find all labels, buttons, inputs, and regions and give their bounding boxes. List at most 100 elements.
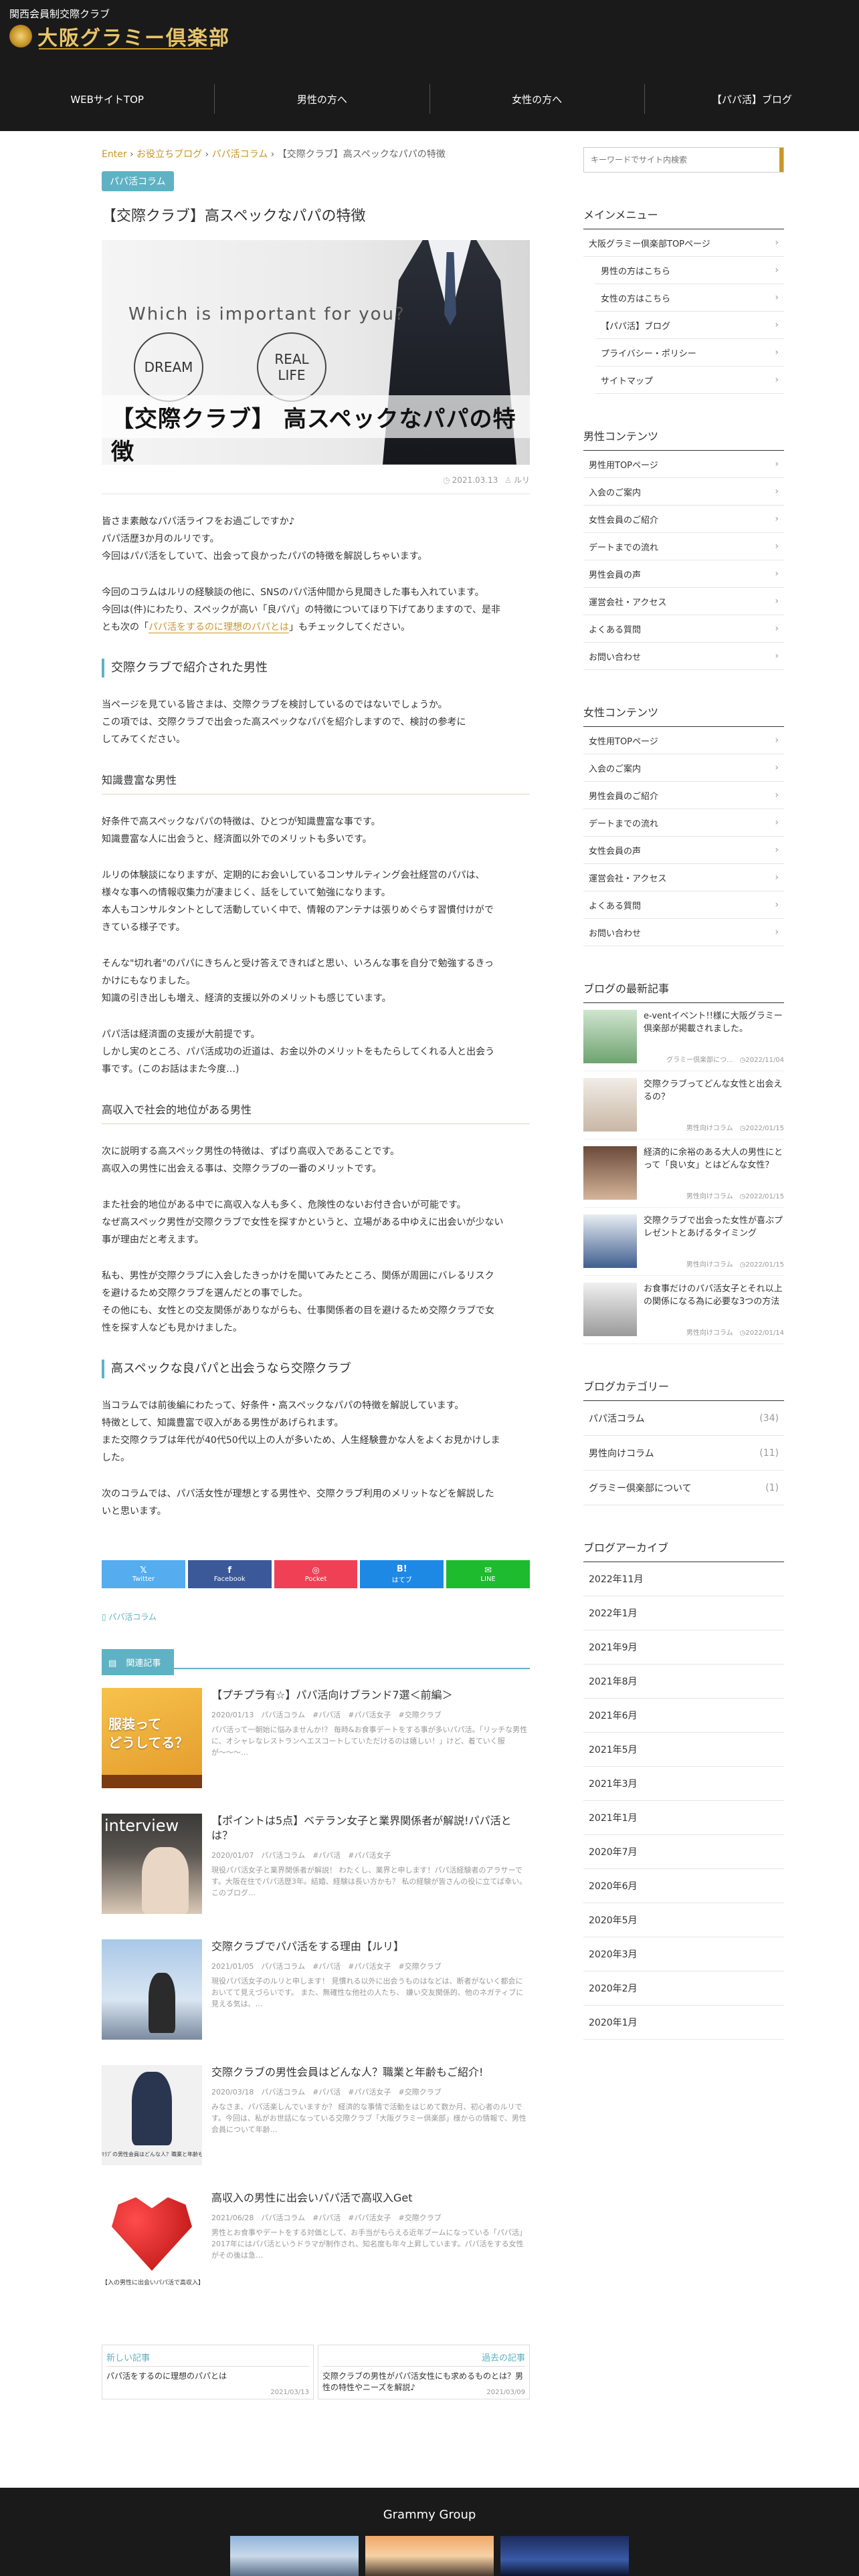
text-line: 知識豊富な人に出会うと、経済面以外でのメリットも多いです。 [102,833,372,845]
chevron-right-icon: › [775,568,779,579]
related-item[interactable]: ﾘﾗﾌﾞの男性会員はどんな人？職業と年齢もご 交際クラブの男性会員はどんな人？職… [102,2064,530,2172]
related-title[interactable]: 高収入の男性に出会いパパ活で高収入Get [211,2191,530,2206]
footer-image-night[interactable] [500,2536,629,2576]
related-item[interactable]: 【入の男性に出会いパパ活で高収入】 高収入の男性に出会いパパ活で高収入Get 2… [102,2190,530,2298]
menu-label: 入会のご案内 [589,764,642,774]
post-author[interactable]: ルリ [514,475,530,485]
search-button[interactable] [779,148,783,172]
male-menu-item[interactable]: 運営会社・アクセス › [583,588,784,615]
latest-posts-list: e-ventイベント!!様に大阪グラミー倶楽部が掲載されました。 グラミー倶楽部… [583,1003,784,1344]
latest-post-item[interactable]: 交際クラブってどんな女性と出会えるの？ 男性向けコラム ◷2022/01/15 [583,1071,784,1140]
related-excerpt: みなさま、パパ活楽しんでいますか？ 経済的な事情で活動をはじめて数か月、初心者の… [211,2102,527,2134]
breadcrumb-sep: › [270,149,275,160]
related-title[interactable]: 交際クラブでパパ活をする理由【ルリ】 [211,1939,530,1954]
male-menu-item[interactable]: 入会のご案内 › [583,478,784,506]
paragraph: 好条件で高スペックなパパの特徴は、ひとつが知識豊富な事です。 知識豊富な人に出会… [102,813,530,848]
latest-post-item[interactable]: e-ventイベント!!様に大阪グラミー倶楽部が掲載されました。 グラミー倶楽部… [583,1003,784,1071]
older-post-link[interactable]: 過去の記事 交際クラブの男性がパパ活女性にも求めるものとは？男性の特性やニーズを… [318,2344,530,2399]
archive-item[interactable]: 2020年7月 [583,1835,784,1869]
latest-post-meta: 男性向けコラム ◷2022/01/14 [686,1329,784,1337]
nav-web-top[interactable]: WEBサイトTOP [0,84,215,114]
related-title[interactable]: 【ポイントは5点】ベテラン女子と業界関係者が解説!パパ活とは？ [211,1814,530,1843]
share-line-button[interactable]: ✉ LINE [446,1560,530,1588]
related-item[interactable]: 服装って どうしてる？ 【プチプラ有☆】パパ活向けブランド7選＜前編＞ 2020… [102,1687,530,1795]
archive-item[interactable]: 2020年5月 [583,1903,784,1937]
footer-image-temple[interactable] [365,2536,494,2576]
share-hatena-button[interactable]: B! はてブ [360,1560,444,1588]
female-menu-item[interactable]: よくある質問 › [583,891,784,919]
related-item[interactable]: interview 【ポイントは5点】ベテラン女子と業界関係者が解説!パパ活とは… [102,1813,530,1921]
text-line: 本人もコンサルタントとして活動していく中で、情報のアンテナは張りめぐらす習慣付け… [102,904,494,916]
related-heading-text: 関連記事 [119,1652,168,1672]
menu-label: 女性用TOPページ [589,736,658,747]
latest-post-item[interactable]: 経済的に余裕のある大人の男性にとって「良い女」とはどんな女性？ 男性向けコラム … [583,1140,784,1208]
breadcrumb-blog[interactable]: お役立ちブログ [136,149,202,160]
male-menu-item[interactable]: 女性会員のご紹介 › [583,506,784,533]
category-item[interactable]: パパ活コラム (34) [583,1401,784,1436]
female-menu-item[interactable]: 入会のご案内 › [583,754,784,782]
female-menu-item[interactable]: 女性会員の声 › [583,837,784,864]
archive-item[interactable]: 2021年5月 [583,1733,784,1767]
related-title[interactable]: 交際クラブの男性会員はどんな人？職業と年齢もご紹介! [211,2065,530,2080]
main-menu-item[interactable]: プライバシー・ポリシー › [595,339,784,366]
breadcrumb-home[interactable]: Enter [102,149,127,160]
share-facebook-button[interactable]: f Facebook [187,1560,272,1588]
nav-blog[interactable]: 【パパ活】ブログ [645,84,859,114]
archive-item[interactable]: 2020年6月 [583,1869,784,1903]
latest-post-item[interactable]: 交際クラブで出会った女性が喜ぶプレゼントとあげるタイミング 男性向けコラム ◷2… [583,1208,784,1276]
female-menu-item[interactable]: 女性用TOPページ › [583,727,784,754]
archive-item[interactable]: 2021年8月 [583,1665,784,1699]
share-pocket-button[interactable]: ◎ Pocket [274,1560,358,1588]
related-body: 交際クラブでパパ活をする理由【ルリ】 2021/01/05 パパ活コラム #パパ… [211,1939,530,2046]
nav-for-women[interactable]: 女性の方へ [430,84,645,114]
archive-item[interactable]: 2020年3月 [583,1937,784,1971]
male-menu-item[interactable]: 男性会員の声 › [583,560,784,588]
main-menu-item[interactable]: 大阪グラミー倶楽部TOPページ › [583,229,784,257]
latest-post-item[interactable]: お食事だけのパパ活女子とそれ以上の関係になる為に必要な3つの方法 男性向けコラム… [583,1276,784,1344]
archive-item[interactable]: 2020年2月 [583,1971,784,2006]
female-menu-item[interactable]: 運営会社・アクセス › [583,864,784,891]
archive-item[interactable]: 2022年11月 [583,1562,784,1596]
text-line: 私も、男性が交際クラブに入会したきっかけを聞いてみたところ、関係が周囲にバレるリ… [102,1270,494,1281]
category-link-text: パパ活コラム [108,1612,157,1622]
category-item[interactable]: 男性向けコラム (11) [583,1436,784,1471]
latest-post-title: お食事だけのパパ活女子とそれ以上の関係になる為に必要な3つの方法 [644,1284,783,1307]
archive-item[interactable]: 2022年1月 [583,1596,784,1630]
related-thumb-person [142,1846,189,1914]
male-menu-item[interactable]: お問い合わせ › [583,643,784,670]
latest-post-title: e-ventイベント!!様に大阪グラミー倶楽部が掲載されました。 [644,1011,783,1034]
newer-post-link[interactable]: 新しい記事 パパ活をするのに理想のパパとは 2021/03/13 [102,2344,314,2399]
related-title[interactable]: 【プチプラ有☆】パパ活向けブランド7選＜前編＞ [211,1688,530,1703]
category-badge[interactable]: パパ活コラム [102,171,174,191]
archive-item[interactable]: 2021年1月 [583,1801,784,1835]
share-twitter-button[interactable]: 𝕏 Twitter [102,1560,185,1588]
nav-for-men[interactable]: 男性の方へ [215,84,430,114]
text-line: 性を探す人なども見かけました。 [102,1322,242,1333]
archive-item[interactable]: 2021年6月 [583,1699,784,1733]
archive-item[interactable]: 2021年3月 [583,1767,784,1801]
male-menu-item[interactable]: デートまでの流れ › [583,533,784,560]
main-menu-item[interactable]: 【パパ活】ブログ › [595,312,784,339]
main-menu-item[interactable]: 女性の方はこちら › [595,284,784,312]
archive-item[interactable]: 2020年1月 [583,2006,784,2040]
newer-date: 2021/03/13 [270,2388,309,2396]
main-menu-item[interactable]: サイトマップ › [595,366,784,394]
female-menu-item[interactable]: お問い合わせ › [583,919,784,946]
link-ideal-papa[interactable]: パパ活をするのに理想のパパとは [149,621,289,633]
main-menu-item[interactable]: 男性の方はこちら › [595,257,784,284]
breadcrumb-category[interactable]: パパ活コラム [212,149,268,160]
site-logo[interactable]: 大阪グラミー倶楽部 [9,23,230,50]
category-item[interactable]: グラミー倶楽部について (1) [583,1471,784,1505]
male-menu-item[interactable]: 男性用TOPページ › [583,451,784,478]
footer-image-city[interactable] [230,2536,359,2576]
latest-post-thumb [583,1010,637,1063]
post-category-link[interactable]: ▯ パパ活コラム [102,1611,530,1622]
male-menu-item[interactable]: よくある質問 › [583,615,784,643]
female-menu-item[interactable]: デートまでの流れ › [583,809,784,837]
search-input[interactable] [584,148,779,172]
text-line: 好条件で高スペックなパパの特徴は、ひとつが知識豊富な事です。 [102,816,381,827]
female-menu-item[interactable]: 男性会員のご紹介 › [583,782,784,809]
related-excerpt: パパ活って一朝始に悩みませんか!？ 毎時&お食事デートをする事が多いパパ活。「リ… [211,1725,528,1757]
archive-item[interactable]: 2021年9月 [583,1630,784,1665]
related-item[interactable]: 交際クラブでパパ活をする理由【ルリ】 2021/01/05 パパ活コラム #パパ… [102,1939,530,2046]
